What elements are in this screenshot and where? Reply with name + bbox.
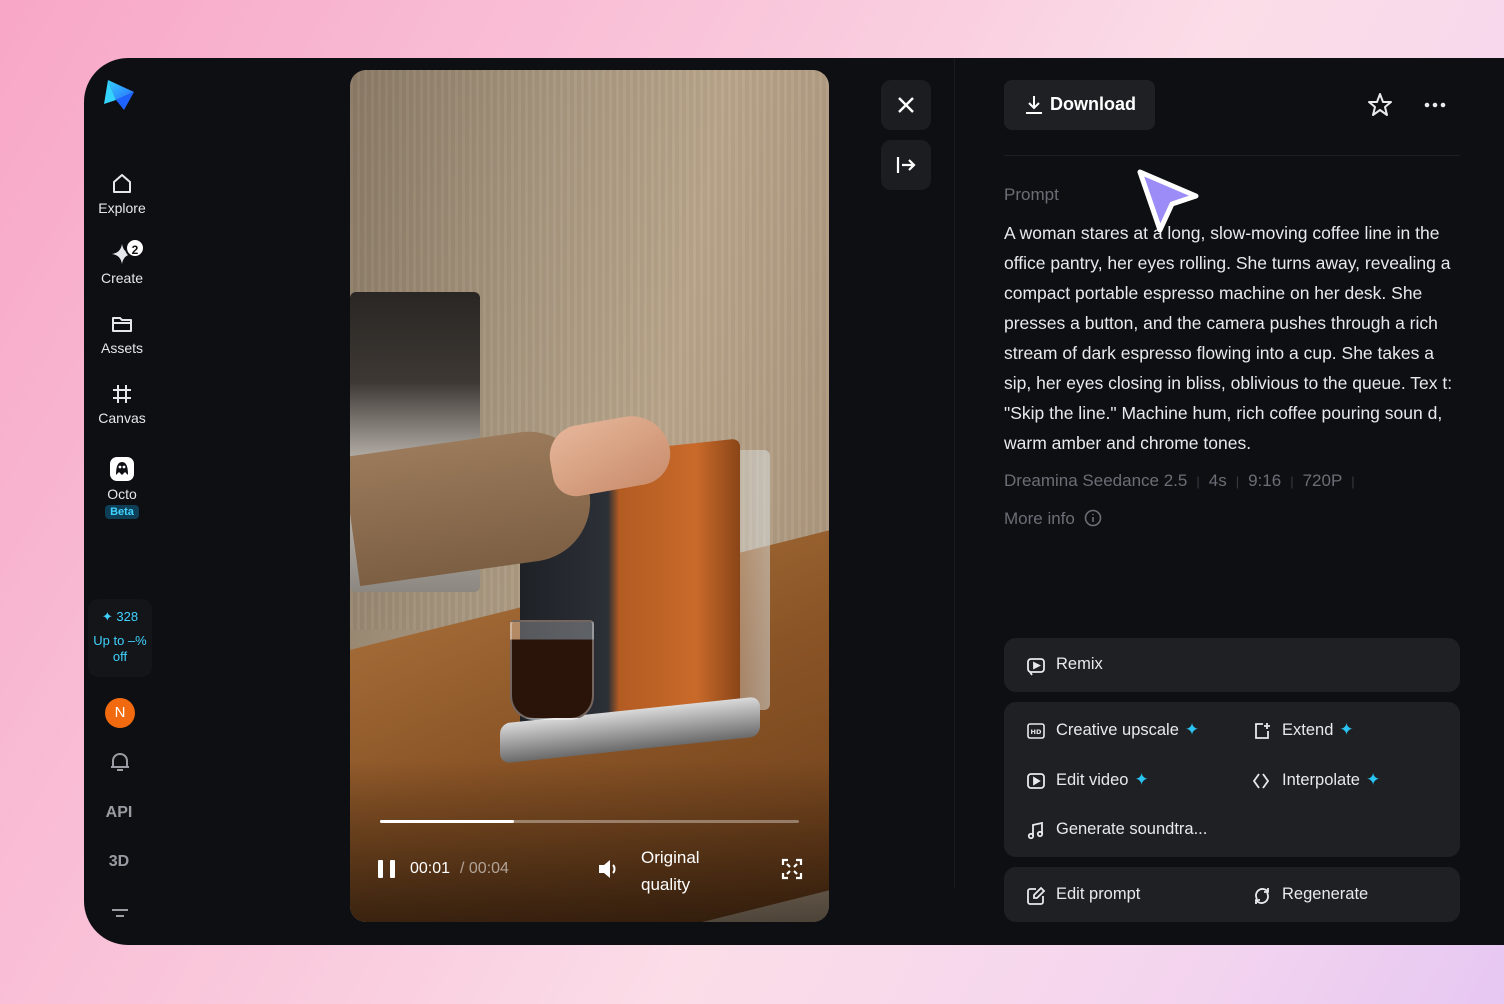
collapse-panel-button[interactable] bbox=[881, 140, 931, 190]
canvas-frame-icon bbox=[113, 385, 131, 403]
credit-sparkle-icon: ✦ bbox=[101, 609, 113, 624]
credits-box[interactable]: ✦ 328 Up to –% off bbox=[88, 599, 152, 677]
sidebar-item-label: Assets bbox=[100, 340, 143, 356]
edit-video-icon bbox=[1027, 773, 1045, 789]
prompt-text: A woman stares at a long, slow-moving co… bbox=[1004, 223, 1453, 453]
quality-line-2: quality bbox=[641, 875, 691, 894]
tools-card: HD Creative upscale ✦ Extend ✦ Edit video ✦… bbox=[1004, 702, 1460, 857]
menu-icon[interactable] bbox=[106, 900, 134, 928]
sparkle-icon: ✦ bbox=[1365, 770, 1381, 789]
resolution: 720P bbox=[1302, 471, 1343, 490]
beta-tag: Beta bbox=[105, 505, 139, 519]
video-player[interactable]: 00:01 / 00:04 Original quality bbox=[350, 70, 829, 922]
sidebar-item-label: Canvas bbox=[98, 410, 146, 426]
prompt-actions-card: Edit prompt Regenerate bbox=[1004, 867, 1460, 922]
download-icon bbox=[1026, 96, 1042, 114]
model-name: Dreamina Seedance 2.5 bbox=[1004, 471, 1188, 490]
octo-icon bbox=[110, 457, 134, 481]
interpolate-icon bbox=[1252, 773, 1270, 789]
remix-icon bbox=[1027, 658, 1045, 676]
more-info-link[interactable]: More info bbox=[1004, 509, 1102, 529]
remix-card: Remix bbox=[1004, 638, 1460, 692]
fullscreen-icon[interactable] bbox=[780, 857, 804, 881]
notification-badge: 2 bbox=[125, 238, 145, 258]
quality-selector[interactable]: Original quality bbox=[641, 844, 721, 898]
volume-icon[interactable] bbox=[596, 856, 622, 882]
header-divider bbox=[1004, 155, 1460, 156]
pause-button[interactable] bbox=[378, 860, 398, 878]
close-button[interactable] bbox=[881, 80, 931, 130]
sidebar-item-canvas[interactable]: Canvas bbox=[84, 382, 160, 426]
app-logo-icon[interactable] bbox=[102, 78, 136, 112]
avatar[interactable]: N bbox=[105, 698, 135, 728]
sidebar-item-assets[interactable]: Assets bbox=[84, 312, 160, 356]
folder-icon bbox=[112, 317, 132, 332]
controls-overlay bbox=[350, 760, 829, 922]
more-info-label: More info bbox=[1004, 509, 1075, 528]
sparkle-icon: ✦ bbox=[1134, 770, 1149, 789]
sidebar-item-explore[interactable]: Explore bbox=[84, 172, 160, 216]
3d-link[interactable]: 3D bbox=[84, 853, 154, 871]
regenerate-icon bbox=[1255, 888, 1269, 904]
sparkle-icon: ✦ bbox=[1184, 720, 1200, 739]
duration: 4s bbox=[1208, 471, 1227, 490]
close-icon bbox=[898, 97, 914, 113]
prompt-label: Prompt bbox=[1004, 185, 1059, 204]
download-label: Download bbox=[1050, 94, 1136, 114]
star-icon[interactable] bbox=[1367, 92, 1393, 118]
home-icon bbox=[113, 174, 131, 193]
panel-divider bbox=[954, 58, 955, 888]
sidebar-item-label: Explore bbox=[98, 200, 146, 216]
download-button[interactable]: Download bbox=[1004, 80, 1155, 130]
aspect-ratio: 9:16 bbox=[1248, 471, 1282, 490]
sparkle-icon: ✦ bbox=[1339, 720, 1354, 739]
promo-line-2: off bbox=[112, 649, 128, 664]
progress-fill bbox=[380, 820, 515, 823]
sidebar-item-label: Create bbox=[100, 270, 144, 286]
hd-upscale-icon: HD bbox=[1027, 723, 1045, 739]
sidebar: Explore 2 Create Assets Canvas Octo Beta… bbox=[84, 58, 160, 945]
current-time: 00:01 bbox=[410, 860, 451, 877]
info-icon bbox=[1084, 509, 1101, 527]
credit-amount: 328 bbox=[116, 609, 139, 624]
svg-text:HD: HD bbox=[1031, 728, 1042, 736]
more-options-icon[interactable] bbox=[1422, 92, 1448, 118]
arrow-right-bar-icon bbox=[896, 157, 916, 173]
progress-bar[interactable] bbox=[380, 820, 799, 823]
sidebar-item-create[interactable]: 2 Create bbox=[84, 238, 160, 286]
background-frame: Explore 2 Create Assets Canvas Octo Beta… bbox=[0, 0, 1504, 1004]
edit-prompt-icon bbox=[1027, 886, 1046, 905]
quality-line-1: Original bbox=[641, 848, 700, 867]
generation-meta: Dreamina Seedance 2.5 | 4s | 9:16 | 720P | bbox=[1004, 471, 1355, 490]
api-link[interactable]: API bbox=[84, 804, 154, 822]
app-window: Explore 2 Create Assets Canvas Octo Beta… bbox=[84, 58, 1504, 945]
promo-line-1: Up to –% bbox=[93, 633, 147, 648]
mouse-pointer-icon bbox=[1137, 169, 1199, 233]
bell-icon[interactable] bbox=[106, 748, 134, 776]
total-time: / 00:04 bbox=[460, 860, 509, 877]
sidebar-item-octo[interactable]: Octo Beta bbox=[84, 456, 160, 519]
extend-icon bbox=[1255, 723, 1270, 739]
music-note-icon bbox=[1027, 821, 1044, 840]
sidebar-item-label: Octo bbox=[107, 486, 137, 502]
